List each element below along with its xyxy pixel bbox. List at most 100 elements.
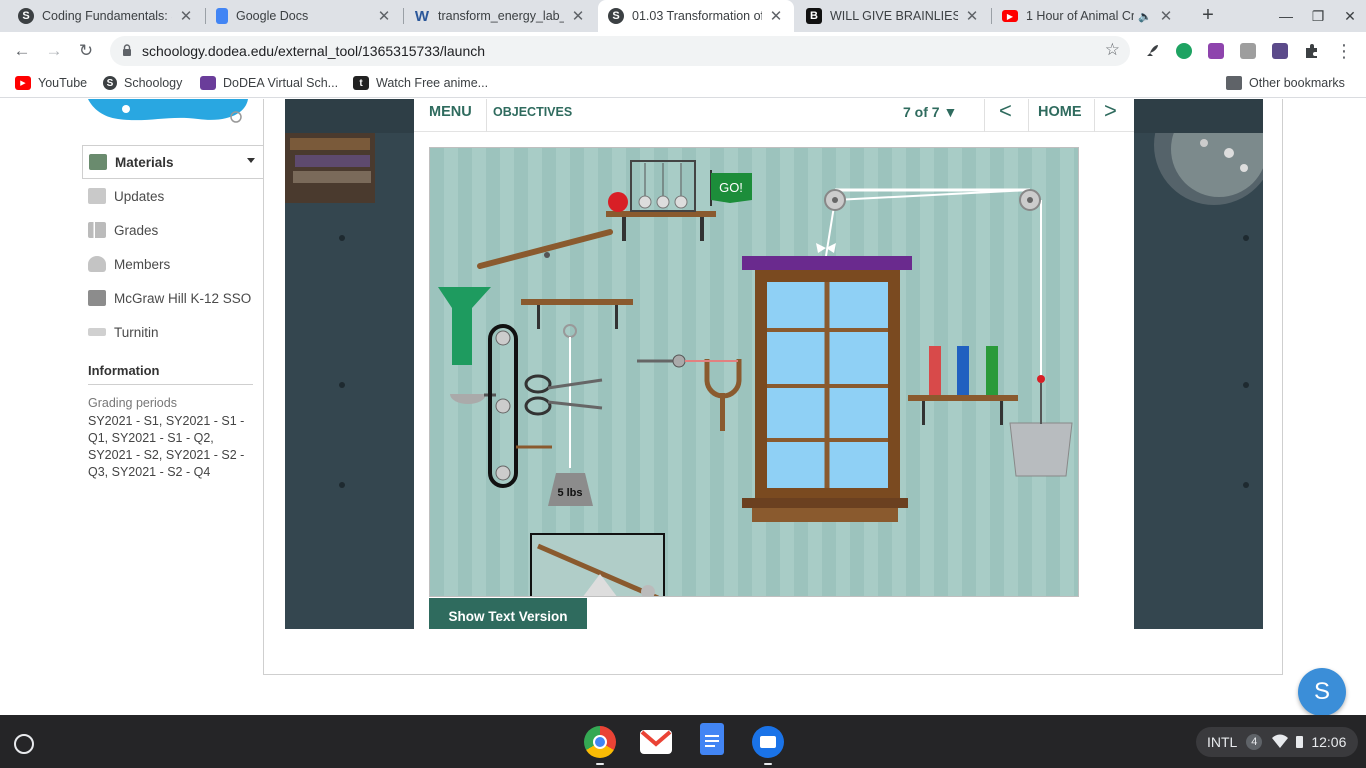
forward-icon[interactable]: → <box>40 37 68 65</box>
docs-icon[interactable] <box>700 723 724 755</box>
updates-icon <box>88 188 106 204</box>
schoology-icon: S <box>103 76 117 90</box>
notification-count: 4 <box>1246 734 1263 750</box>
close-icon[interactable]: ✕ <box>376 7 392 25</box>
chrome-icon[interactable] <box>584 726 616 758</box>
sidebar-item-turnitin[interactable]: Turnitin <box>82 315 264 349</box>
other-bookmarks[interactable]: Other bookmarks <box>1226 76 1345 90</box>
go-label: GO! <box>719 180 743 195</box>
grey-extension-icon[interactable] <box>1240 43 1256 59</box>
sidebar-item-label: McGraw Hill K-12 SSO <box>114 290 252 306</box>
bucket <box>1009 422 1073 477</box>
next-page-button[interactable]: > <box>1104 99 1117 132</box>
funnel <box>438 287 491 365</box>
tab-title: Google Docs <box>236 9 309 23</box>
sidebar-item-grades[interactable]: Grades <box>82 213 264 247</box>
course-logo <box>88 99 258 127</box>
mcgraw-hill-icon <box>88 290 106 306</box>
tab-transformation-of-energy[interactable]: S 01.03 Transformation of ✕ <box>598 0 794 32</box>
bookmark-anime[interactable]: t Watch Free anime... <box>353 76 488 90</box>
close-icon[interactable]: ✕ <box>570 7 586 25</box>
tab-google-docs[interactable]: Google Docs ✕ <box>206 0 402 32</box>
rube-goldberg-simulation[interactable]: GO! 5 lbs <box>429 147 1079 597</box>
bookmark-label: Schoology <box>124 76 183 90</box>
tab-transform-energy-lab[interactable]: W transform_energy_lab_re ✕ <box>404 0 596 32</box>
close-icon[interactable]: ✕ <box>1158 7 1174 25</box>
bookmark-schoology[interactable]: S Schoology <box>103 76 182 90</box>
objectives-button[interactable]: OBJECTIVES <box>493 99 572 132</box>
window <box>742 270 908 522</box>
address-bar[interactable]: schoology.dodea.edu/external_tool/136531… <box>110 36 1130 66</box>
information-heading: Information <box>88 363 253 385</box>
books-shelf <box>908 346 1018 425</box>
schoology-icon: S <box>18 8 34 24</box>
lock-icon <box>123 44 131 56</box>
pdf-extension-icon[interactable] <box>1272 43 1288 59</box>
green-extension-icon[interactable] <box>1176 43 1192 59</box>
sidebar-item-label: Grades <box>114 222 159 238</box>
sidebar-item-materials[interactable]: Materials <box>82 145 264 179</box>
simulation-scene: GO! 5 lbs <box>438 160 1073 596</box>
speaker-icon[interactable]: 🔈 <box>1138 10 1152 23</box>
close-window-icon[interactable]: ✕ <box>1334 0 1366 32</box>
tab-title: transform_energy_lab_re <box>438 9 564 23</box>
input-method: INTL <box>1207 734 1238 750</box>
previous-page-button[interactable]: < <box>999 99 1012 132</box>
sidebar-item-label: Updates <box>114 188 165 204</box>
extensions-puzzle-icon[interactable] <box>1304 43 1320 59</box>
menu-button[interactable]: MENU <box>429 99 472 132</box>
kebab-menu-icon[interactable]: ⋮ <box>1330 37 1358 65</box>
restore-icon[interactable]: ❐ <box>1302 0 1334 32</box>
battery-icon <box>1296 736 1304 748</box>
lesson-panel: MENU OBJECTIVES 7 of 7 ▼ < HOME > GO! 5 … <box>414 99 1134 629</box>
profile-avatar-button[interactable]: S <box>1298 668 1346 715</box>
sidebar-item-updates[interactable]: Updates <box>82 179 264 213</box>
launcher-icon[interactable] <box>14 734 34 754</box>
clock: 12:06 <box>1311 734 1347 750</box>
course-sidebar: Materials Updates Grades Members McGraw … <box>82 145 264 349</box>
youtube-icon: ▶ <box>15 76 31 90</box>
system-tray[interactable]: INTL 4 12:06 <box>1196 727 1358 757</box>
chevron-down-icon[interactable] <box>247 158 255 163</box>
grading-periods-value: SY2021 - S1, SY2021 - S1 - Q1, SY2021 - … <box>88 414 245 479</box>
tab-strip: S Coding Fundamentals: S ✕ Google Docs ✕… <box>0 0 1366 32</box>
bookmark-label: Watch Free anime... <box>376 76 489 90</box>
close-icon[interactable]: ✕ <box>768 7 784 25</box>
reload-icon[interactable]: ↻ <box>72 37 100 65</box>
tab-animal-video[interactable]: ▶ 1 Hour of Animal Cr 🔈 ✕ <box>992 0 1184 32</box>
sidebar-item-label: Materials <box>115 154 174 170</box>
rocket-extension-icon[interactable] <box>1144 43 1160 59</box>
sidebar-item-mcgraw-hill[interactable]: McGraw Hill K-12 SSO <box>82 281 264 315</box>
files-icon[interactable] <box>752 726 784 758</box>
page-indicator-dropdown[interactable]: 7 of 7 ▼ <box>903 99 957 132</box>
page-content: Materials Updates Grades Members McGraw … <box>0 99 1366 715</box>
minimize-icon[interactable]: — <box>1270 0 1302 32</box>
sidebar-item-members[interactable]: Members <box>82 247 264 281</box>
gmail-icon[interactable] <box>640 730 672 754</box>
tab-title: 1 Hour of Animal Cr <box>1026 9 1135 23</box>
curtain-rod <box>742 256 912 270</box>
grading-periods-label: Grading periods <box>88 396 177 410</box>
weight-label: 5 lbs <box>557 487 582 499</box>
grades-icon <box>88 222 106 238</box>
bookmark-dodea[interactable]: DoDEA Virtual Sch... <box>200 76 338 90</box>
bookmark-youtube[interactable]: ▶ YouTube <box>15 76 87 90</box>
back-icon[interactable]: ← <box>8 37 36 65</box>
tab-brainliest[interactable]: B WILL GIVE BRAINLIEST L ✕ <box>796 0 990 32</box>
lesson-container: MENU OBJECTIVES 7 of 7 ▼ < HOME > GO! 5 … <box>285 99 1263 629</box>
browser-toolbar: ← → ↻ schoology.dodea.edu/external_tool/… <box>0 32 1366 70</box>
newtons-cradle <box>630 160 696 212</box>
bookmark-star-icon[interactable]: ☆ <box>1105 40 1120 60</box>
schoology-icon: S <box>608 8 624 24</box>
new-tab-button[interactable]: + <box>1196 4 1220 28</box>
show-text-version-button[interactable]: Show Text Version <box>429 598 587 629</box>
running-indicator <box>596 763 604 765</box>
home-button[interactable]: HOME <box>1038 99 1082 132</box>
puzzle-purple-extension-icon[interactable] <box>1208 43 1224 59</box>
close-icon[interactable]: ✕ <box>964 7 980 25</box>
close-icon[interactable]: ✕ <box>178 7 194 25</box>
weight-assembly: 5 lbs <box>521 299 633 506</box>
youtube-icon: ▶ <box>1002 10 1018 22</box>
tab-coding-fundamentals[interactable]: S Coding Fundamentals: S ✕ <box>8 0 204 32</box>
sidebar-item-label: Members <box>114 256 171 272</box>
